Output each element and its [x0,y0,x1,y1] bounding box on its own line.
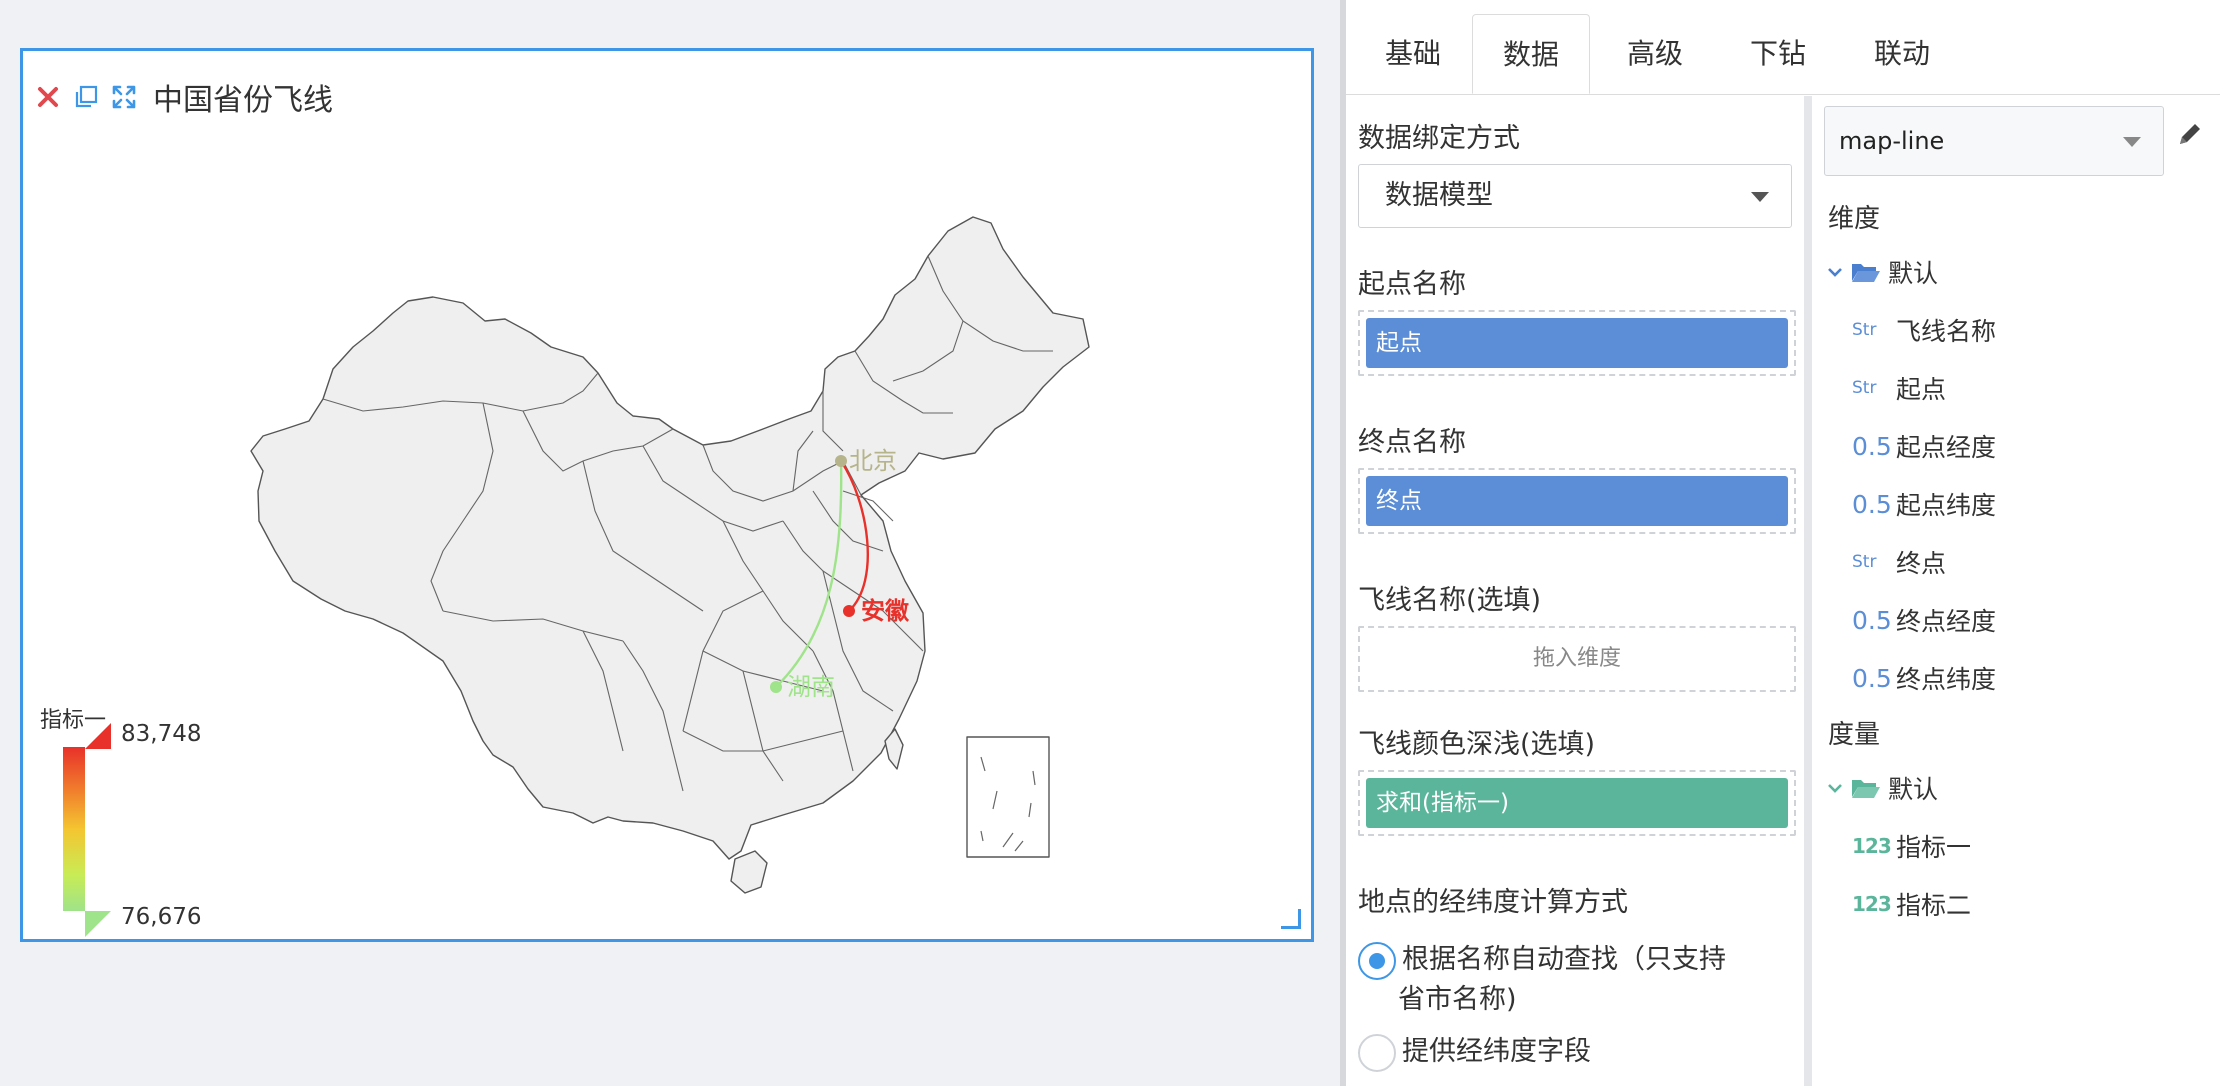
point-hunan[interactable] [770,681,782,693]
chevron-down-icon[interactable] [1826,779,1844,797]
field-type-tag: 123 [1852,892,1892,916]
map-label-beijing: 北京 [849,448,897,475]
field-name: 起点纬度 [1896,491,1997,520]
line-name-label: 飞线名称(选填) [1358,585,1542,616]
binding-mode-label: 数据绑定方式 [1358,123,1520,154]
dimension-folder[interactable]: 默认 [1826,252,1938,292]
field-type-tag: Str [1852,378,1877,398]
measure-field[interactable]: 123 指标二 [1852,884,1971,924]
map-widget[interactable]: 中国省份飞线 北京 安徽 湖南 指标一 83,748 76,676 [20,48,1314,942]
dimension-field[interactable]: 0.5 起点经度 [1852,426,1996,466]
folder-open-icon [1852,264,1880,282]
tab-advanced[interactable]: 高级 [1596,14,1714,94]
chevron-down-icon [1751,192,1769,202]
latlng-auto-radio[interactable] [1358,942,1396,980]
field-name: 指标二 [1896,891,1972,920]
field-type-tag: Str [1852,320,1877,340]
tab-drilldown[interactable]: 下钻 [1720,14,1836,94]
dataset-column: map-line 维度 默认 Str 飞线名称 Str 起点 0.5 起点经度 0.5 起点纬… [1812,96,2220,1086]
latlng-fields-radio[interactable] [1358,1034,1396,1072]
pencil-icon[interactable] [2176,120,2204,152]
measure-folder-label: 默认 [1888,775,1939,804]
field-type-tag: 0.5 [1852,663,1892,693]
dimension-field[interactable]: 0.5 起点纬度 [1852,484,1996,524]
field-type-tag: 123 [1852,834,1892,858]
end-name-dropzone[interactable]: 终点 [1358,468,1796,534]
binding-mode-value: 数据模型 [1385,180,1493,211]
measure-folder[interactable]: 默认 [1826,768,1938,808]
end-name-chip[interactable]: 终点 [1366,476,1788,526]
dimension-field[interactable]: Str 飞线名称 [1852,310,1996,350]
point-anhui[interactable] [843,605,855,617]
tab-basic[interactable]: 基础 [1358,14,1468,94]
legend-gradient-bar[interactable] [63,747,85,911]
measures-heading: 度量 [1828,720,1881,750]
legend-max: 83,748 [121,721,202,747]
line-color-label: 飞线颜色深浅(选填) [1358,729,1596,760]
line-name-dropzone[interactable]: 拖入维度 [1358,626,1796,692]
start-name-dropzone[interactable]: 起点 [1358,310,1796,376]
latlng-fields-text: 提供经纬度字段 [1402,1036,1591,1067]
start-name-chip[interactable]: 起点 [1366,318,1788,368]
field-name: 起点经度 [1896,433,1997,462]
field-name: 终点纬度 [1896,665,1997,694]
chevron-down-icon[interactable] [1826,263,1844,281]
measure-field[interactable]: 123 指标一 [1852,826,1971,866]
field-name: 终点经度 [1896,607,1997,636]
start-name-label: 起点名称 [1358,269,1466,300]
dashboard-canvas: 中国省份飞线 北京 安徽 湖南 指标一 83,748 76,676 [0,0,1340,1086]
map-label-anhui: 安徽 [861,597,910,625]
field-type-tag: 0.5 [1852,605,1892,635]
config-panel: 基础 数据 高级 下钻 联动 数据绑定方式 数据模型 起点名称 起点 终点名称 … [1346,0,2220,1086]
folder-open-icon [1852,780,1880,798]
latlng-mode-label: 地点的经纬度计算方式 [1358,887,1628,918]
resize-handle[interactable] [1281,909,1301,929]
dimension-field[interactable]: 0.5 终点纬度 [1852,658,1996,698]
latlng-auto-text-line1: 根据名称自动查找（只支持 [1402,944,1726,975]
point-beijing[interactable] [835,455,847,467]
map-label-hunan: 湖南 [787,674,835,701]
latlng-auto-text-line2: 省市名称) [1398,984,1517,1015]
legend-handle-top[interactable] [85,723,111,749]
dimensions-heading: 维度 [1828,204,1881,234]
tab-linkage[interactable]: 联动 [1842,14,1962,94]
china-map: 北京 安徽 湖南 [250,216,1090,894]
field-name: 指标一 [1896,833,1972,862]
dimension-field[interactable]: Str 起点 [1852,368,1946,408]
field-type-tag: Str [1852,552,1877,572]
binding-column: 数据绑定方式 数据模型 起点名称 起点 终点名称 终点 飞线名称(选填) 拖入维… [1346,96,1806,1086]
legend-min: 76,676 [121,904,202,930]
field-name: 起点 [1896,375,1947,404]
column-divider [1804,96,1812,1086]
chevron-down-icon [2123,137,2141,147]
end-name-label: 终点名称 [1358,427,1466,458]
dimension-field[interactable]: Str 终点 [1852,542,1946,582]
field-name: 飞线名称 [1896,317,1997,346]
binding-mode-select[interactable]: 数据模型 [1358,164,1792,228]
dataset-select-value: map-line [1839,127,1945,155]
field-type-tag: 0.5 [1852,431,1892,461]
field-name: 终点 [1896,549,1947,578]
legend-handle-bottom[interactable] [85,911,111,937]
map-country-outline [250,216,1090,894]
field-type-tag: 0.5 [1852,489,1892,519]
dimension-field[interactable]: 0.5 终点经度 [1852,600,1996,640]
line-color-chip[interactable]: 求和(指标一) [1366,778,1788,828]
tab-data[interactable]: 数据 [1472,14,1590,94]
dimension-folder-label: 默认 [1888,259,1939,288]
line-color-dropzone[interactable]: 求和(指标一) [1358,770,1796,836]
config-tabs: 基础 数据 高级 下钻 联动 [1346,14,2220,95]
dataset-select[interactable]: map-line [1824,106,2164,176]
